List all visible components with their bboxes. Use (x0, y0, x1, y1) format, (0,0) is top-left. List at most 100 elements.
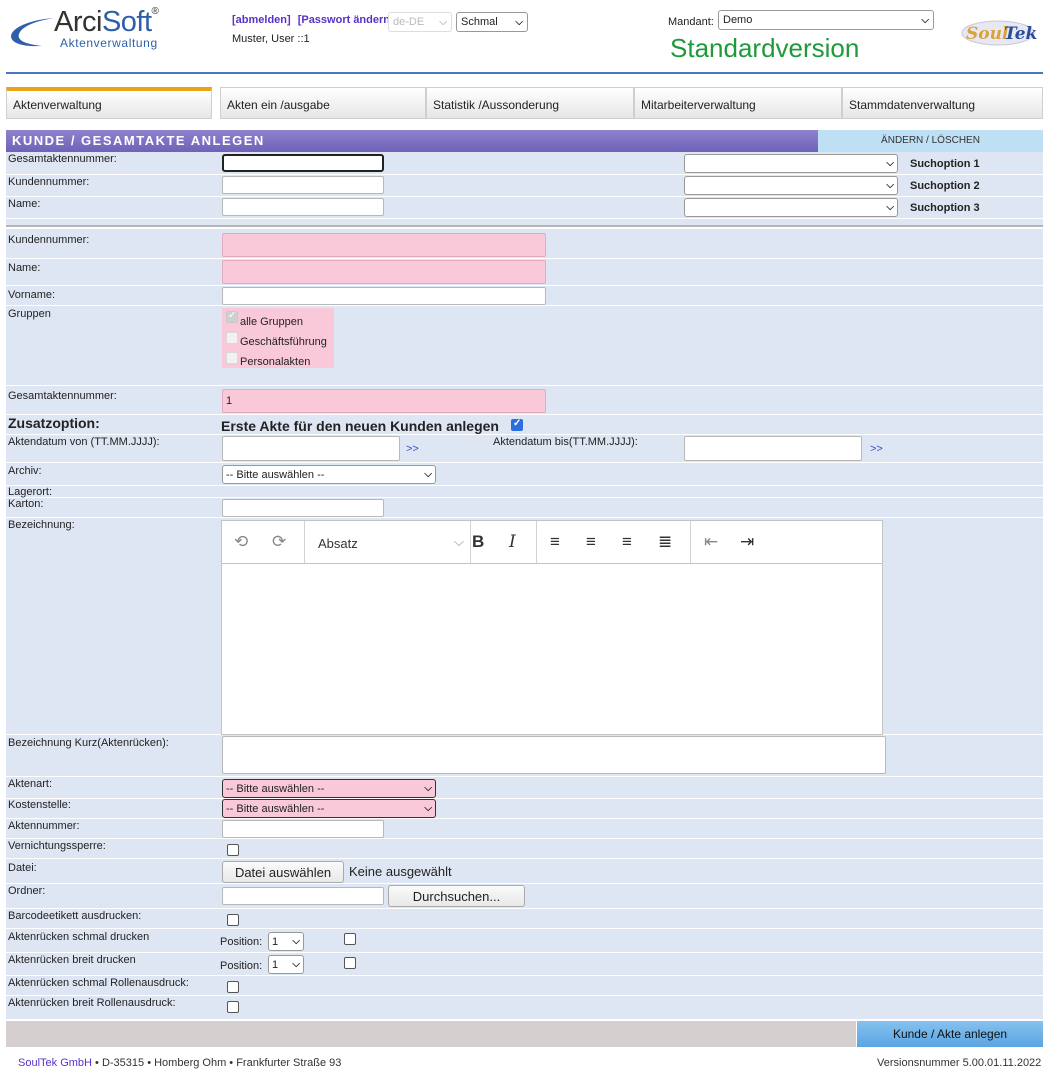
search-row: Gesamtaktennummer: ⌵ Suchoption 1 (6, 152, 1043, 175)
vorname-label: Vorname: (8, 289, 56, 301)
chevron-down-icon: ⌵ (886, 180, 894, 191)
form-row: Aktendatum von (TT.MM.JJJJ): >> Aktendat… (6, 435, 1043, 463)
karton-input[interactable] (222, 499, 384, 517)
archiv-select[interactable]: -- Bitte auswählen -- ⌵ (222, 465, 436, 484)
soultek-logo-icon: Soul Tek (961, 20, 1037, 46)
karton-label: Karton: (8, 498, 44, 510)
undo-icon[interactable]: ⟲ (234, 532, 248, 552)
aktennummer-input[interactable] (222, 820, 384, 838)
version-title: Standardversion (670, 33, 860, 63)
align-center-icon[interactable]: ≡ (586, 532, 596, 552)
kundennummer-input[interactable] (222, 233, 546, 257)
gesamtaktennummer-input[interactable]: 1 (222, 389, 546, 413)
tab-statistik[interactable]: Statistik /Aussonderung (426, 87, 634, 119)
ordner-input[interactable] (222, 887, 384, 905)
outdent-icon[interactable]: ⇤ (704, 532, 718, 552)
ordner-label: Ordner: (8, 885, 46, 897)
ruecken-schmal-checkbox[interactable] (344, 933, 356, 945)
form-row: Name: (6, 259, 1043, 286)
toolbar-separator (536, 521, 537, 563)
gruppen-label: Gruppen (8, 308, 51, 320)
footer-brand-link[interactable]: SoulTek GmbH (18, 1057, 92, 1069)
toolbar-separator (304, 521, 305, 563)
search-name-input[interactable] (222, 198, 384, 216)
toolbar-separator (470, 521, 471, 563)
kundennummer-label: Kundennummer: (8, 234, 90, 246)
barcode-checkbox[interactable] (227, 914, 239, 926)
search-gesamtaktennummer-input[interactable] (222, 154, 384, 172)
ruecken-breit-checkbox[interactable] (344, 957, 356, 969)
italic-icon[interactable]: I (509, 532, 516, 552)
ruecken-breit-rolle-label: Aktenrücken breit Rollenausdruck: (8, 997, 176, 1009)
durchsuchen-button[interactable]: Durchsuchen... (388, 885, 525, 907)
group-checkbox-personalakten[interactable] (226, 352, 238, 364)
align-right-icon[interactable]: ≡ (622, 532, 632, 552)
lagerort-label: Lagerort: (8, 486, 53, 498)
chevron-down-icon: ⌵ (454, 534, 464, 549)
aktendatum-bis-input[interactable] (684, 436, 862, 461)
redo-icon[interactable]: ⟳ (272, 532, 286, 552)
change-delete-button[interactable]: ÄNDERN / LÖSCHEN (818, 130, 1043, 152)
bold-icon[interactable]: B (472, 532, 484, 552)
paragraph-format-select[interactable]: Absatz (318, 536, 358, 551)
search-option-2-select[interactable]: ⌵ (684, 176, 898, 195)
search-kundennummer-input[interactable] (222, 176, 384, 194)
logo-name: ArciSoft® (54, 6, 159, 38)
mandant-label: Mandant: (668, 16, 714, 28)
mandant-select[interactable]: Demo ⌵ (718, 10, 934, 30)
tab-stammdatenverwaltung[interactable]: Stammdatenverwaltung (842, 87, 1043, 119)
bezeichnung-editor[interactable]: ⟲ ⟳ Absatz ⌵ B I ≡ ≡ ≡ ≣ ⇤ ⇥ (221, 520, 883, 735)
form-row: Lagerort: (6, 486, 1043, 498)
search-option-1-select[interactable]: ⌵ (684, 154, 898, 173)
footer-address-text: • D-35315 • Homberg Ohm • Frankfurter St… (91, 1057, 342, 1069)
ruecken-breit-rolle-checkbox[interactable] (227, 1001, 239, 1013)
change-password-link[interactable]: [Passwort ändern] (298, 14, 394, 26)
vernichtungssperre-label: Vernichtungssperre: (8, 840, 106, 852)
aktendatum-von-input[interactable] (222, 436, 400, 461)
align-left-icon[interactable]: ≡ (550, 532, 560, 552)
group-checkbox-geschaeftsfuehrung[interactable] (226, 332, 238, 344)
kunde-akte-anlegen-button[interactable]: Kunde / Akte anlegen (857, 1021, 1043, 1047)
form-row: Aktenrücken schmal Rollenausdruck: (6, 976, 1043, 996)
form-row: Karton: (6, 498, 1043, 518)
ruecken-breit-position-select[interactable]: 1 ⌵ (268, 955, 304, 974)
vorname-input[interactable] (222, 287, 546, 305)
search-option-3-select[interactable]: ⌵ (684, 198, 898, 217)
tab-aktenverwaltung[interactable]: Aktenverwaltung (6, 87, 212, 119)
tab-mitarbeiterverwaltung[interactable]: Mitarbeiterverwaltung (634, 87, 842, 119)
date-picker-von-link[interactable]: >> (406, 443, 419, 455)
barcode-label: Barcodeetikett ausdrucken: (8, 910, 142, 922)
ruecken-schmal-position-select[interactable]: 1 ⌵ (268, 932, 304, 951)
ruecken-breit-label: Aktenrücken breit drucken (8, 954, 136, 966)
indent-icon[interactable]: ⇥ (740, 532, 754, 552)
chevron-down-icon: ⌵ (292, 936, 300, 947)
group-checkbox-alle[interactable] (226, 310, 238, 323)
aktenart-select[interactable]: -- Bitte auswählen -- ⌵ (222, 779, 436, 798)
width-select[interactable]: Schmal ⌵ (456, 12, 528, 32)
zusatzoption-text: Erste Akte für den neuen Kunden anlegen (221, 418, 499, 434)
chevron-down-icon: ⌵ (424, 783, 432, 794)
logout-link[interactable]: [abmelden] (232, 14, 291, 26)
form-row: Kundennummer: (6, 229, 1043, 259)
vernichtungssperre-checkbox[interactable] (227, 844, 239, 856)
form-row: Aktenrücken breit Rollenausdruck: (6, 996, 1043, 1020)
chevron-down-icon: ⌵ (292, 959, 300, 970)
align-justify-icon[interactable]: ≣ (658, 532, 672, 552)
tab-akten-ein-ausgabe[interactable]: Akten ein /ausgabe (220, 87, 426, 119)
kostenstelle-select[interactable]: -- Bitte auswählen -- ⌵ (222, 799, 436, 818)
language-select[interactable]: de-DE ⌵ (388, 12, 452, 32)
name-input[interactable] (222, 260, 546, 284)
section-divider (6, 225, 1043, 227)
search-option-2-label: Suchoption 2 (910, 180, 980, 192)
datei-auswaehlen-button[interactable]: Datei auswählen (222, 861, 344, 883)
ruecken-schmal-rolle-checkbox[interactable] (227, 981, 239, 993)
form-row: Vorname: (6, 286, 1043, 306)
chevron-down-icon: ⌵ (886, 158, 894, 169)
search-label: Name: (8, 198, 41, 210)
main-nav: Aktenverwaltung Akten ein /ausgabe Stati… (6, 87, 1043, 119)
erste-akte-checkbox[interactable] (511, 418, 523, 431)
datei-label: Datei: (8, 862, 37, 874)
bezeichnung-kurz-textarea[interactable] (222, 736, 886, 774)
ruecken-schmal-rolle-label: Aktenrücken schmal Rollenausdruck: (8, 977, 189, 989)
date-picker-bis-link[interactable]: >> (870, 443, 883, 455)
